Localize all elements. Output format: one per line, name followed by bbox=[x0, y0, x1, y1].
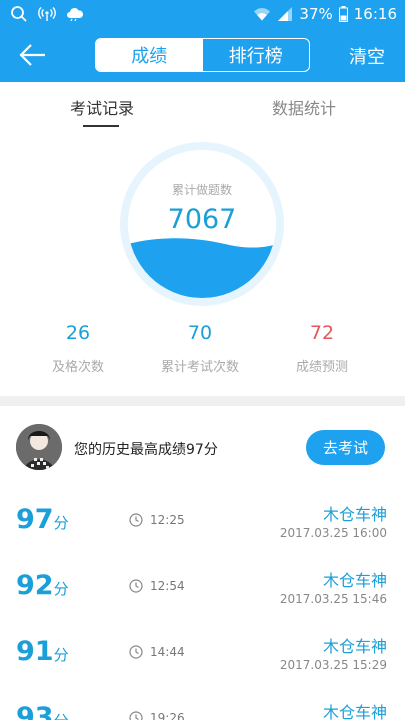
record-duration: 14:44 bbox=[150, 645, 185, 659]
signal-icon bbox=[277, 7, 293, 21]
score-prediction-label: 成绩预测 bbox=[295, 360, 348, 375]
clock-icon bbox=[129, 711, 143, 720]
battery-icon bbox=[338, 6, 348, 22]
record-user-name: 木仓车神 bbox=[322, 505, 387, 524]
status-right: 37% 16:16 bbox=[253, 5, 397, 23]
back-arrow-icon bbox=[18, 44, 48, 73]
record-score: 91分 bbox=[16, 636, 69, 667]
wifi-icon bbox=[253, 7, 271, 21]
record-duration: 19:26 bbox=[150, 711, 185, 720]
status-bar: 37% 16:16 bbox=[0, 0, 405, 28]
record-duration: 12:54 bbox=[150, 579, 185, 593]
exam-count-label: 累计考试次数 bbox=[160, 360, 239, 375]
record-row[interactable]: 97分 12:25 木仓车神 2017.03.25 16:00 bbox=[0, 488, 405, 554]
record-score-value: 97 bbox=[16, 504, 54, 535]
record-score-value: 93 bbox=[16, 702, 54, 720]
record-row[interactable]: 91分 14:44 木仓车神 2017.03.25 15:29 bbox=[0, 620, 405, 686]
record-score-unit: 分 bbox=[53, 580, 69, 598]
total-questions-caption: 累计做题数 bbox=[171, 183, 232, 197]
score-prediction-stat: 72 成绩预测 bbox=[262, 322, 382, 375]
clear-button[interactable]: 清空 bbox=[349, 43, 385, 69]
record-score: 97分 bbox=[16, 504, 69, 535]
record-tabs: 考试记录 数据统计 bbox=[0, 82, 405, 132]
status-left bbox=[10, 5, 84, 23]
app-screen: 37% 16:16 成绩 排行榜 清空 考试记录 数据统计 累计做题数 7067… bbox=[0, 0, 405, 720]
record-row[interactable]: 93分 19:26 木仓车神 bbox=[0, 686, 405, 720]
record-user-name: 木仓车神 bbox=[322, 703, 387, 720]
take-exam-button[interactable]: 去考试 bbox=[306, 430, 385, 465]
cloud-icon bbox=[66, 7, 84, 21]
best-score-text: 您的历史最高成绩97分 bbox=[74, 442, 218, 458]
clock-icon bbox=[129, 579, 143, 593]
tab-data-statistics[interactable]: 数据统计 bbox=[272, 95, 336, 119]
active-tab-indicator bbox=[83, 125, 119, 127]
wireless-icon bbox=[38, 6, 56, 22]
record-duration: 12:25 bbox=[150, 513, 185, 527]
app-header: 成绩 排行榜 清空 bbox=[0, 28, 405, 82]
record-user-name: 木仓车神 bbox=[322, 571, 387, 590]
record-score-unit: 分 bbox=[53, 514, 69, 532]
pass-count-stat: 26 及格次数 bbox=[18, 322, 138, 375]
record-row[interactable]: 92分 12:54 木仓车神 2017.03.25 15:46 bbox=[0, 554, 405, 620]
tab-leaderboard[interactable]: 排行榜 bbox=[203, 39, 310, 71]
section-divider bbox=[0, 396, 405, 406]
clock-icon bbox=[129, 513, 143, 527]
record-score: 93分 bbox=[16, 702, 69, 720]
clock-icon bbox=[129, 645, 143, 659]
search-icon bbox=[10, 5, 28, 23]
record-date: 2017.03.25 15:29 bbox=[279, 658, 387, 672]
record-score-unit: 分 bbox=[53, 646, 69, 664]
pass-count-value: 26 bbox=[65, 322, 91, 344]
pass-count-label: 及格次数 bbox=[51, 360, 104, 375]
back-button[interactable] bbox=[18, 41, 48, 69]
tab-scores[interactable]: 成绩 bbox=[96, 39, 203, 71]
battery-percent: 37% bbox=[299, 5, 333, 23]
clock-time: 16:16 bbox=[353, 5, 397, 23]
header-segmented-control: 成绩 排行榜 bbox=[95, 38, 310, 72]
avatar bbox=[16, 424, 62, 470]
record-score: 92分 bbox=[16, 570, 69, 601]
total-questions-value: 7067 bbox=[167, 204, 237, 235]
record-score-unit: 分 bbox=[54, 712, 69, 720]
record-user-name: 木仓车神 bbox=[322, 637, 387, 656]
score-prediction-value: 72 bbox=[309, 322, 335, 344]
exam-count-stat: 70 累计考试次数 bbox=[140, 322, 260, 375]
record-score-value: 91 bbox=[16, 636, 54, 667]
exam-record-list: 97分 12:25 木仓车神 2017.03.25 16:00 92分 12:54 木仓车神… bbox=[0, 488, 405, 720]
record-date: 2017.03.25 15:46 bbox=[279, 592, 387, 606]
record-date: 2017.03.25 16:00 bbox=[279, 526, 387, 540]
tab-exam-records[interactable]: 考试记录 bbox=[70, 95, 134, 119]
exam-count-value: 70 bbox=[187, 322, 213, 344]
record-score-value: 92 bbox=[16, 570, 54, 601]
